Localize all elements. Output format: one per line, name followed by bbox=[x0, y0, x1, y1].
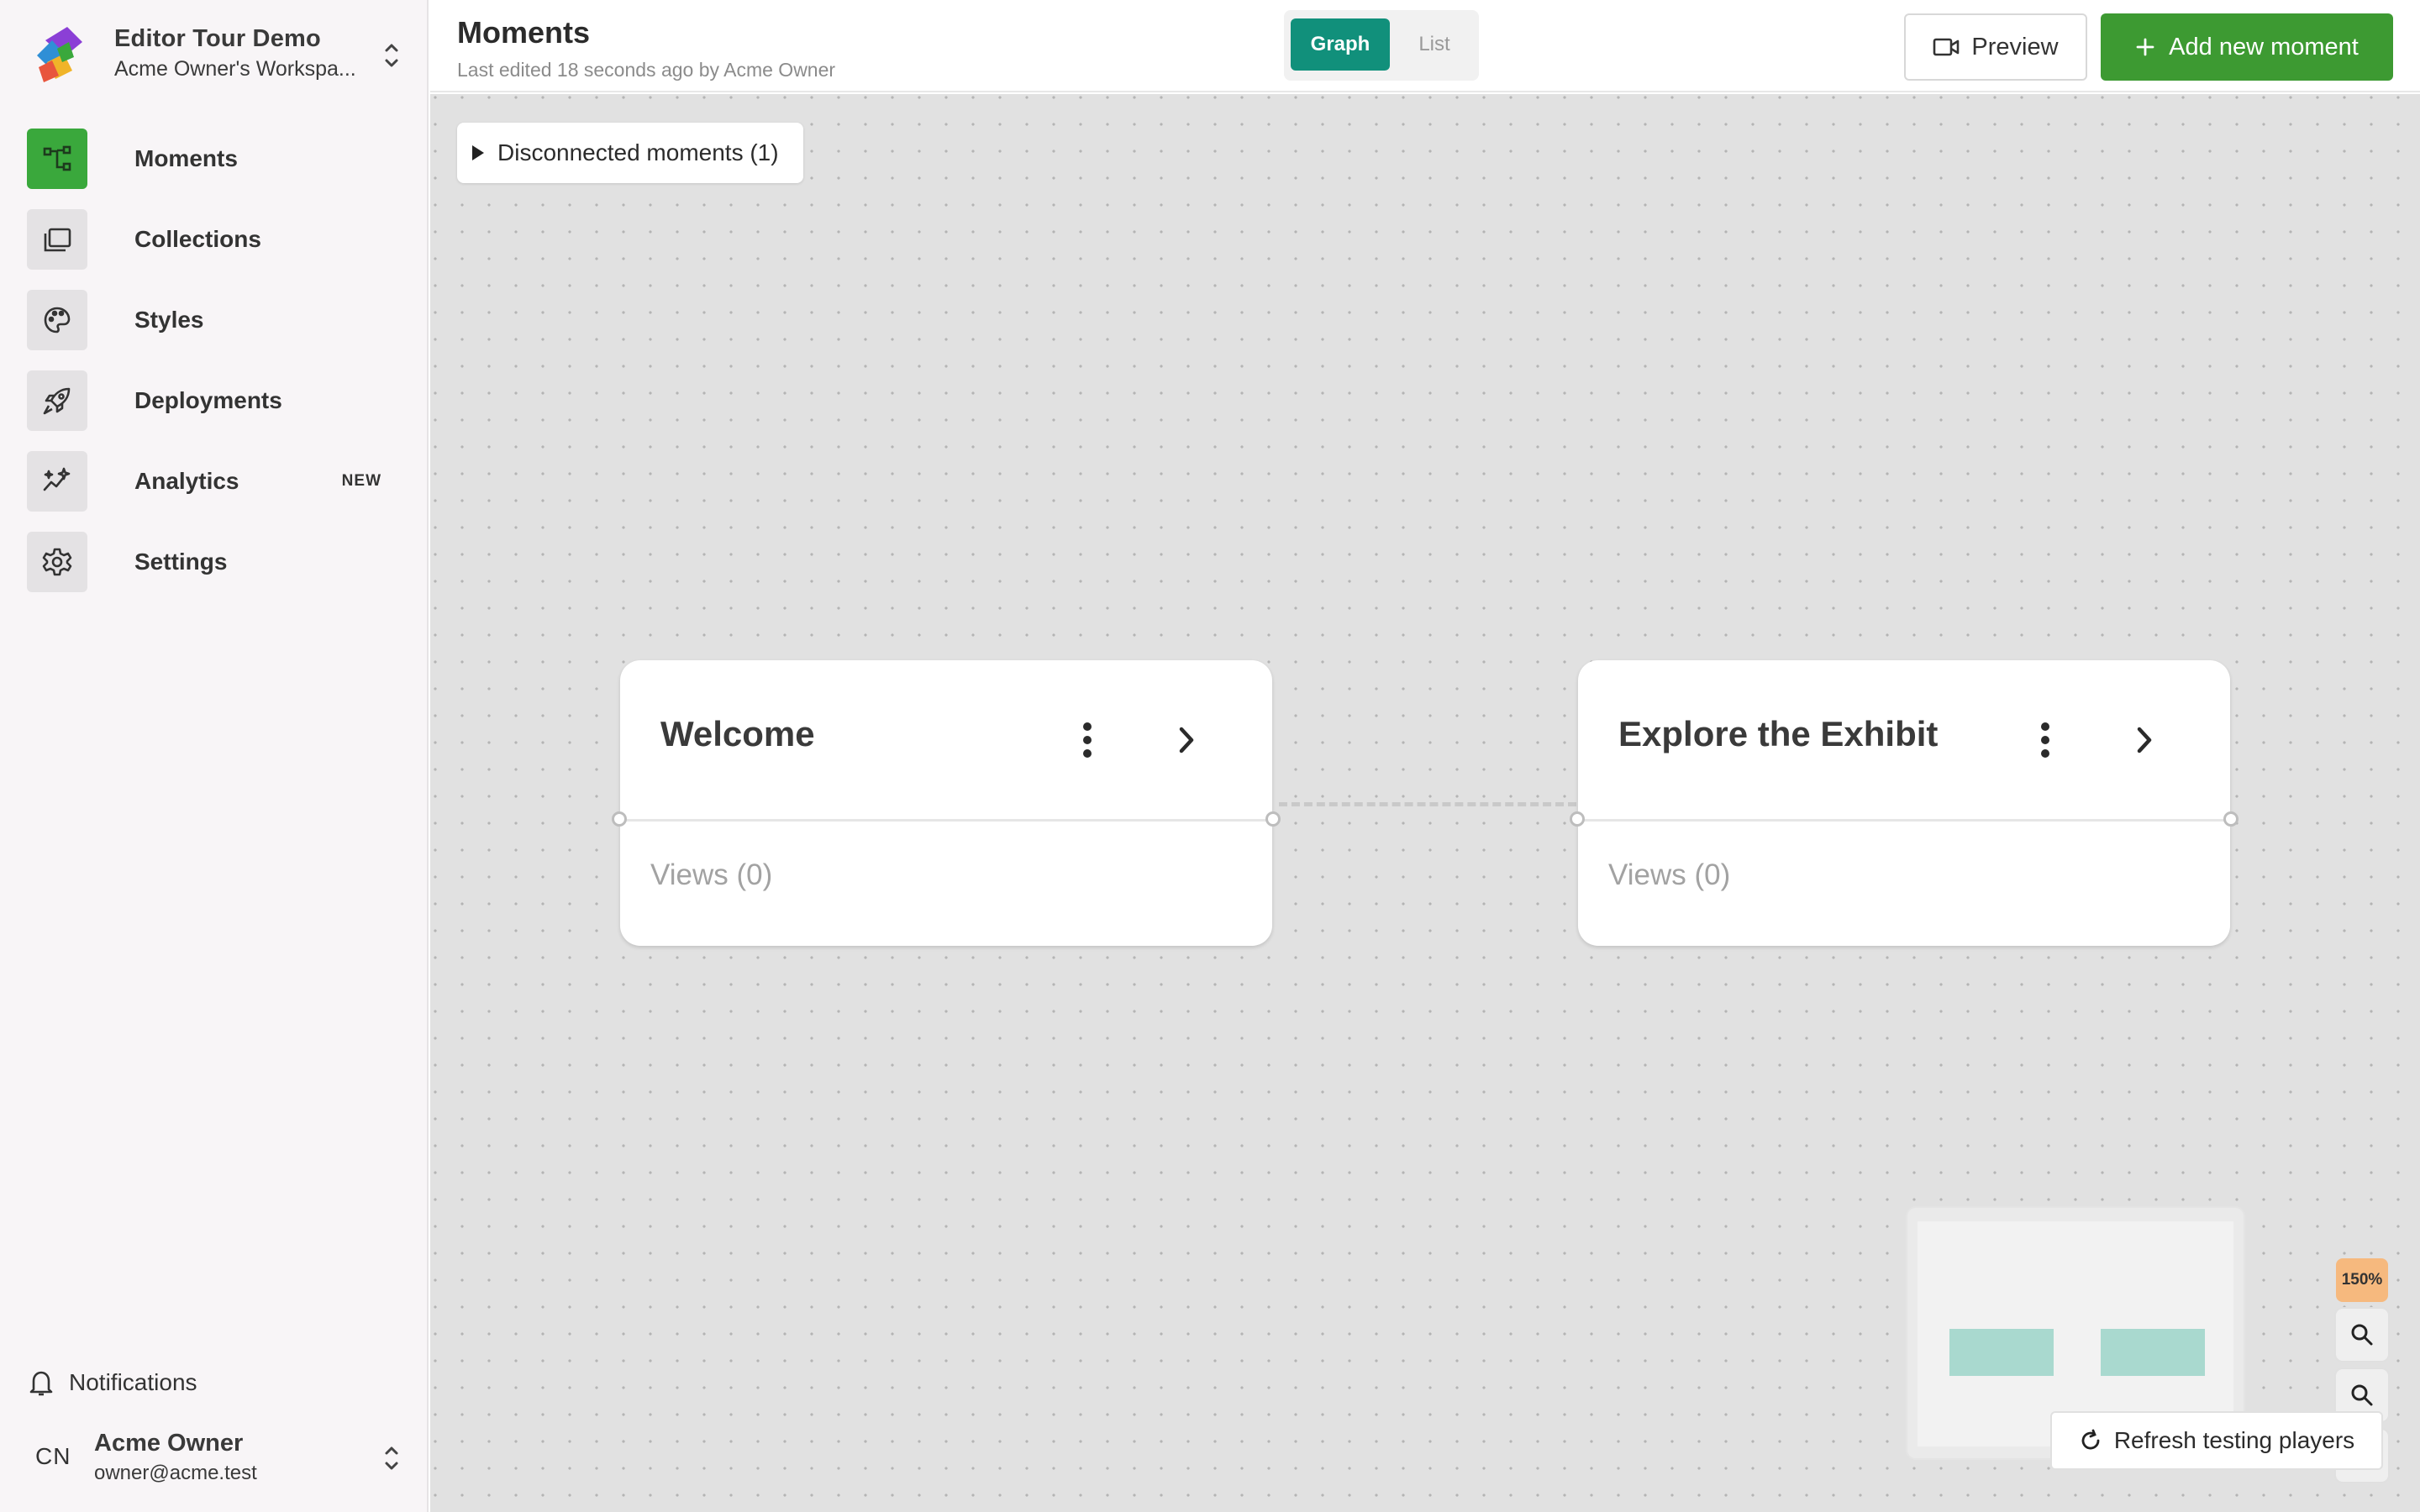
minimap-node bbox=[2101, 1329, 2205, 1376]
sidebar-item-label: Deployments bbox=[134, 387, 282, 413]
add-new-moment-button[interactable]: Add new moment bbox=[2101, 13, 2393, 81]
preview-label: Preview bbox=[1971, 33, 2059, 60]
refresh-label: Refresh testing players bbox=[2113, 1427, 2355, 1453]
graph-canvas[interactable]: Disconnected moments (1) Welcome Views (… bbox=[430, 94, 2420, 1512]
connection-edge[interactable] bbox=[1279, 802, 1576, 806]
user-email: owner@acme.test bbox=[94, 1462, 257, 1484]
output-handle[interactable] bbox=[2223, 811, 2238, 827]
moment-title: Explore the Exhibit bbox=[1618, 714, 1939, 753]
page-header: Moments Last edited 18 seconds ago by Ac… bbox=[430, 0, 2420, 92]
magnifier-icon bbox=[2349, 1322, 2375, 1347]
chevron-updown-icon bbox=[381, 1441, 402, 1475]
new-badge: NEW bbox=[341, 472, 381, 490]
workspace-name: Editor Tour Demo bbox=[114, 25, 321, 52]
input-handle[interactable] bbox=[1570, 811, 1585, 827]
zoom-in-button[interactable] bbox=[2336, 1309, 2388, 1361]
app-root: Editor Tour Demo Acme Owner's Workspa...… bbox=[0, 0, 2420, 1512]
workspace-switcher[interactable]: Editor Tour Demo Acme Owner's Workspa... bbox=[27, 22, 402, 89]
sidebar-item-moments[interactable]: Moments bbox=[27, 128, 402, 190]
more-vertical-icon[interactable] bbox=[1071, 719, 1104, 761]
collections-icon bbox=[27, 209, 87, 270]
refresh-icon bbox=[2079, 1429, 2102, 1452]
moment-title: Welcome bbox=[660, 714, 815, 753]
zoom-level: 150% bbox=[2336, 1258, 2388, 1302]
sidebar-nav: Moments Collections Styles Deployments A… bbox=[27, 128, 402, 612]
sidebar-item-label: Styles bbox=[134, 307, 204, 333]
rocket-icon bbox=[27, 370, 87, 431]
gear-icon bbox=[27, 532, 87, 592]
moment-views: Views (0) bbox=[650, 858, 773, 891]
sidebar-item-collections[interactable]: Collections bbox=[27, 208, 402, 270]
sidebar-item-label: Settings bbox=[134, 549, 228, 575]
output-handle[interactable] bbox=[1265, 811, 1281, 827]
chevron-right-icon[interactable] bbox=[2128, 719, 2161, 761]
minimap-node bbox=[1949, 1329, 2054, 1376]
sidebar-item-label: Moments bbox=[134, 145, 238, 171]
more-vertical-icon[interactable] bbox=[2028, 719, 2062, 761]
view-toggle: Graph List bbox=[1284, 10, 1479, 81]
disconnected-moments-label: Disconnected moments (1) bbox=[497, 139, 779, 165]
tab-graph[interactable]: Graph bbox=[1291, 18, 1390, 71]
moments-graph-icon bbox=[27, 129, 87, 189]
sidebar-item-analytics[interactable]: Analytics NEW bbox=[27, 450, 402, 512]
chevron-updown-icon bbox=[381, 39, 402, 72]
sidebar-item-label: Collections bbox=[134, 226, 261, 252]
sidebar: Editor Tour Demo Acme Owner's Workspa...… bbox=[0, 0, 429, 1512]
palette-icon bbox=[27, 290, 87, 350]
workspace-owner: Acme Owner's Workspa... bbox=[114, 57, 356, 81]
sidebar-item-deployments[interactable]: Deployments bbox=[27, 370, 402, 432]
last-edited-text: Last edited 18 seconds ago by Acme Owner bbox=[457, 59, 836, 81]
moment-node-header: Welcome bbox=[620, 660, 1272, 822]
bell-icon bbox=[29, 1368, 54, 1397]
avatar: CN bbox=[35, 1443, 71, 1469]
sidebar-item-settings[interactable]: Settings bbox=[27, 531, 402, 593]
preview-button[interactable]: Preview bbox=[1904, 13, 2087, 81]
sidebar-item-label: Analytics bbox=[134, 468, 239, 494]
sidebar-item-styles[interactable]: Styles bbox=[27, 289, 402, 351]
video-camera-icon bbox=[1933, 36, 1960, 58]
moment-views: Views (0) bbox=[1608, 858, 1731, 891]
tab-list[interactable]: List bbox=[1397, 18, 1472, 71]
plus-icon bbox=[2135, 37, 2155, 57]
add-new-moment-label: Add new moment bbox=[2169, 33, 2359, 60]
input-handle[interactable] bbox=[612, 811, 627, 827]
moment-node-explore-the-exhibit[interactable]: Explore the Exhibit Views (0) bbox=[1570, 660, 2238, 946]
moment-node-welcome[interactable]: Welcome Views (0) bbox=[612, 660, 1281, 946]
notifications-label: Notifications bbox=[69, 1369, 197, 1395]
magnifier-icon bbox=[2349, 1383, 2375, 1408]
app-logo-icon bbox=[30, 24, 89, 84]
caret-right-icon bbox=[472, 145, 484, 160]
page-title: Moments bbox=[457, 15, 591, 50]
notifications-button[interactable]: Notifications bbox=[29, 1366, 197, 1399]
refresh-testing-players-button[interactable]: Refresh testing players bbox=[2050, 1411, 2383, 1470]
chevron-right-icon[interactable] bbox=[1170, 719, 1203, 761]
moment-node-header: Explore the Exhibit bbox=[1578, 660, 2230, 822]
user-menu[interactable]: CN Acme Owner owner@acme.test bbox=[27, 1425, 402, 1490]
user-name: Acme Owner bbox=[94, 1430, 244, 1457]
disconnected-moments-toggle[interactable]: Disconnected moments (1) bbox=[457, 123, 803, 183]
analytics-sparkle-icon bbox=[27, 451, 87, 512]
